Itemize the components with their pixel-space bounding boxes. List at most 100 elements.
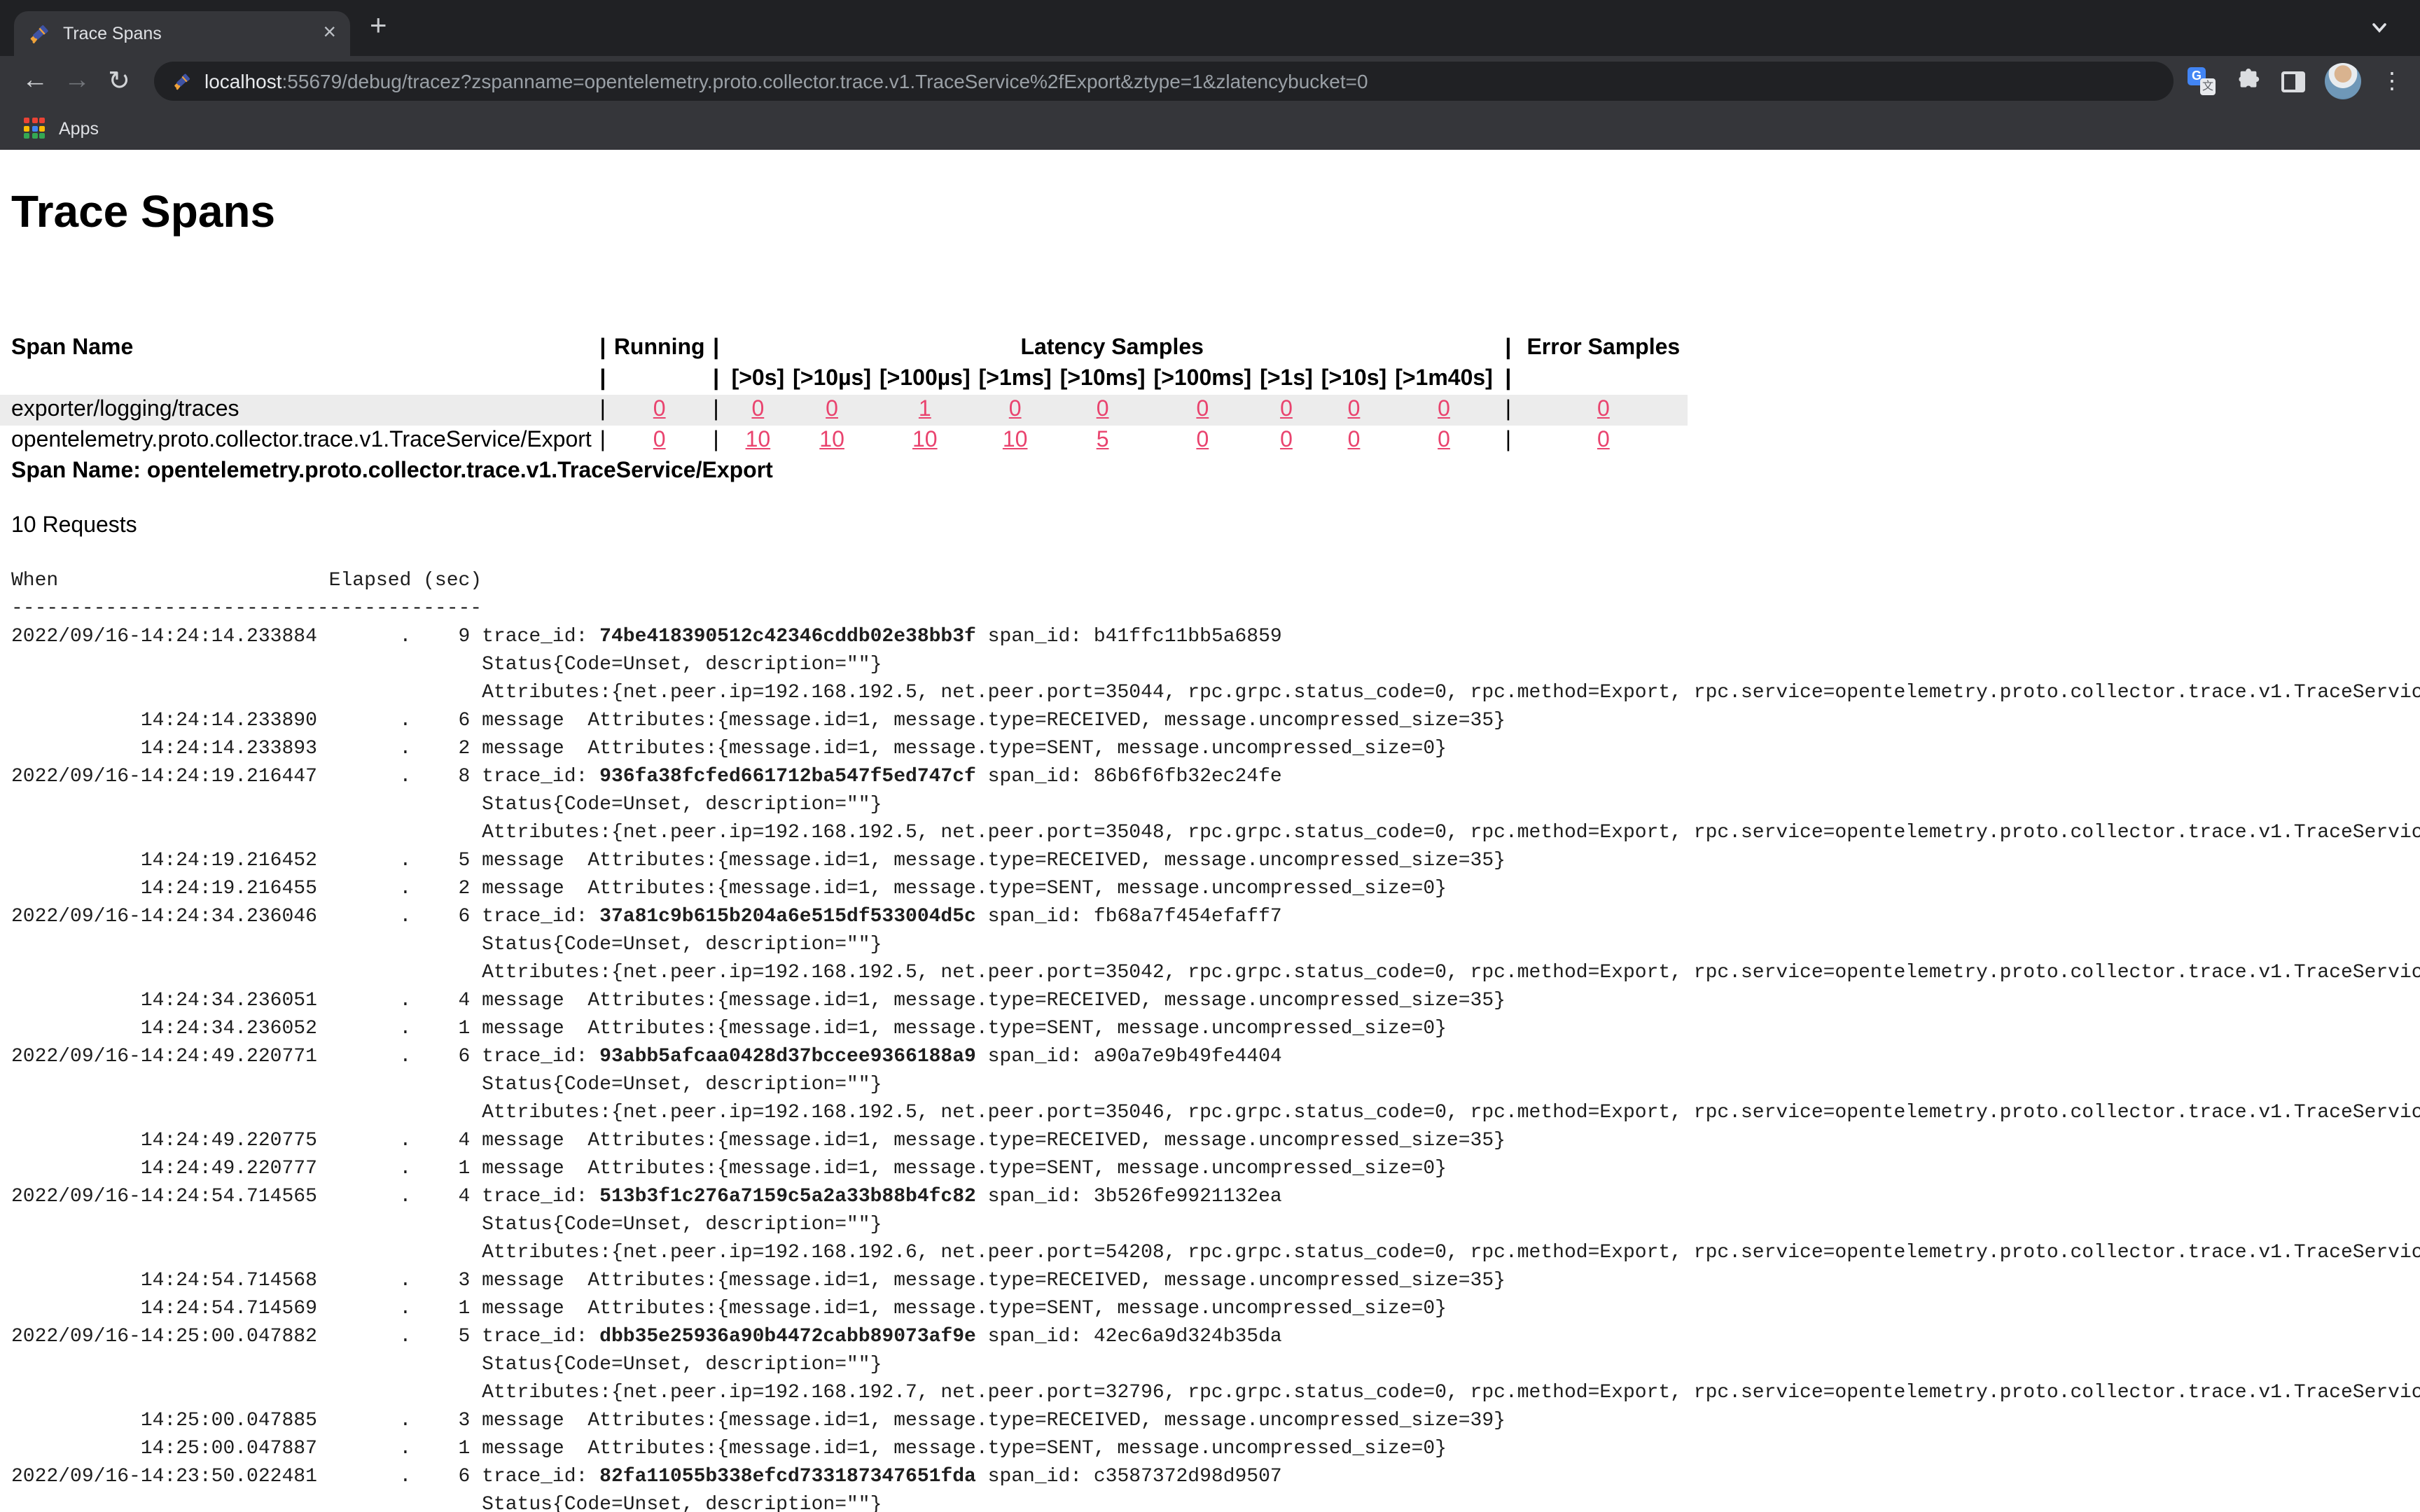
latency-bucket-label: [>100ms] (1150, 364, 1256, 395)
trace-id-value: 82fa11055b338efcd733187347651fda (599, 1466, 976, 1488)
latency-bucket-link-cell: 0 (1391, 426, 1497, 456)
running-count-link-cell: 0 (614, 395, 705, 426)
latency-bucket-label: [>10ms] (1056, 364, 1150, 395)
bookmark-apps-label[interactable]: Apps (59, 118, 99, 138)
latency-bucket-link-cell: 0 (1150, 426, 1256, 456)
running-count-link[interactable]: 0 (653, 398, 666, 421)
latency-bucket-link[interactable]: 0 (1348, 428, 1361, 452)
apps-grid-dot (24, 118, 29, 123)
latency-bucket-link[interactable]: 10 (819, 428, 844, 452)
pipe-separator: | (705, 426, 728, 456)
tab-close-icon[interactable]: × (323, 22, 336, 45)
new-tab-button[interactable]: + (370, 10, 387, 43)
latency-bucket-link[interactable]: 0 (1438, 398, 1450, 421)
apps-grid-dot (32, 125, 37, 131)
latency-bucket-link-cell: 0 (1391, 395, 1497, 426)
latency-bucket-link-cell: 10 (728, 426, 789, 456)
trace-id-value: 936fa38fcfed661712ba547f5ed747cf (599, 766, 976, 788)
pipe-separator: | (705, 333, 728, 364)
requests-count: 10 Requests (11, 514, 2409, 539)
latency-bucket-link-cell: 0 (788, 395, 875, 426)
latency-bucket-label: [>10s] (1317, 364, 1391, 395)
latency-bucket-link[interactable]: 0 (1196, 398, 1209, 421)
latency-bucket-link-cell: 1 (875, 395, 975, 426)
latency-bucket-link-cell: 10 (875, 426, 975, 456)
span-name-value: exporter/logging/traces (0, 395, 592, 426)
translate-icon[interactable]: G文 (2188, 67, 2216, 95)
trace-id-value: 37a81c9b615b204a6e515df533004d5c (599, 906, 976, 928)
url-address-bar[interactable]: localhost:55679/debug/tracez?zspanname=o… (154, 62, 2174, 101)
latency-bucket-link-cell: 10 (788, 426, 875, 456)
latency-bucket-link[interactable]: 0 (1280, 398, 1293, 421)
back-button-icon[interactable]: ← (14, 66, 56, 97)
latency-bucket-link[interactable]: 0 (826, 398, 838, 421)
forward-button-icon[interactable]: → (56, 66, 98, 97)
requests-pre: When Elapsed (sec) ---------------------… (11, 567, 2409, 1512)
menu-kebab-icon[interactable]: ⋮ (2381, 67, 2403, 95)
latency-bucket-link[interactable]: 0 (1280, 428, 1293, 452)
page-title: Trace Spans (11, 186, 2409, 238)
reload-button-icon[interactable]: ↻ (98, 65, 140, 97)
running-count-link[interactable]: 0 (653, 428, 666, 452)
extensions-puzzle-icon[interactable] (2235, 68, 2262, 94)
latency-bucket-link-cell: 0 (975, 395, 1056, 426)
pipe-separator: | (1497, 395, 1520, 426)
trace-id-value: 93abb5afcaa0428d37bccee9366188a9 (599, 1046, 976, 1068)
telescope-favicon-icon (28, 22, 50, 45)
apps-grid-dot (39, 133, 45, 139)
latency-bucket-link[interactable]: 0 (1009, 398, 1022, 421)
spans-table-body: exporter/logging/traces|0|001000000|0ope… (0, 395, 1688, 456)
latency-bucket-link[interactable]: 1 (919, 398, 931, 421)
telescope-favicon-icon (172, 71, 192, 91)
apps-grid-dot (32, 118, 37, 123)
error-count-link[interactable]: 0 (1597, 428, 1610, 452)
empty-cell (614, 364, 705, 395)
pipe-separator: | (1497, 426, 1520, 456)
apps-grid-dot (32, 133, 37, 139)
col-header-running: Running (614, 333, 705, 364)
latency-bucket-link[interactable]: 0 (1196, 428, 1209, 452)
latency-bucket-link[interactable]: 0 (751, 398, 764, 421)
error-count-link[interactable]: 0 (1597, 398, 1610, 421)
span-summary-table: Span Name | Running | Latency Samples | … (0, 333, 1688, 456)
latency-bucket-label: [>1m40s] (1391, 364, 1497, 395)
tab-trace-spans[interactable]: Trace Spans × (14, 11, 350, 56)
pipe-separator: | (592, 426, 614, 456)
trace-id-value: 74be418390512c42346cddb02e38bb3f (599, 626, 976, 648)
latency-bucket-link[interactable]: 0 (1348, 398, 1361, 421)
browser-window: Trace Spans × + ← → ↻ (0, 0, 2420, 1512)
latency-bucket-link-cell: 0 (1256, 395, 1317, 426)
latency-bucket-link-cell: 5 (1056, 426, 1150, 456)
pipe-separator: | (1497, 364, 1520, 395)
latency-bucket-label: [>0s] (728, 364, 789, 395)
col-header-latency-samples: Latency Samples (728, 333, 1497, 364)
profile-avatar[interactable] (2325, 63, 2361, 99)
span-table-row: opentelemetry.proto.collector.trace.v1.T… (0, 426, 1688, 456)
tab-strip: Trace Spans × + (0, 0, 2420, 56)
running-count-link-cell: 0 (614, 426, 705, 456)
apps-grid-dot (24, 133, 29, 139)
latency-bucket-link[interactable]: 10 (746, 428, 771, 452)
latency-bucket-link[interactable]: 10 (1003, 428, 1028, 452)
apps-grid-icon[interactable] (24, 118, 45, 139)
side-panel-icon[interactable] (2281, 71, 2305, 92)
latency-bucket-link-cell: 0 (1150, 395, 1256, 426)
latency-bucket-label: [>10µs] (788, 364, 875, 395)
tab-search-chevron-icon[interactable] (2370, 18, 2389, 43)
apps-grid-dot (39, 125, 45, 131)
trace-id-value: 513b3f1c276a7159c5a2a33b88b4fc82 (599, 1186, 976, 1208)
latency-bucket-link[interactable]: 0 (1097, 398, 1109, 421)
page-content: Trace Spans Span Name | Running | Latenc… (0, 150, 2420, 1512)
pipe-separator: | (592, 395, 614, 426)
empty-cell (1520, 364, 1688, 395)
selected-span-name: Span Name: opentelemetry.proto.collector… (11, 459, 2409, 484)
error-count-link-cell: 0 (1520, 426, 1688, 456)
empty-cell (0, 364, 592, 395)
pipe-separator: | (705, 395, 728, 426)
latency-bucket-link[interactable]: 5 (1097, 428, 1109, 452)
toolbar-icons: G文 ⋮ (2188, 63, 2406, 99)
latency-bucket-link[interactable]: 0 (1438, 428, 1450, 452)
pipe-separator: | (592, 333, 614, 364)
trace-id-value: dbb35e25936a90b4472cabb89073af9e (599, 1326, 976, 1348)
latency-bucket-link[interactable]: 10 (912, 428, 938, 452)
